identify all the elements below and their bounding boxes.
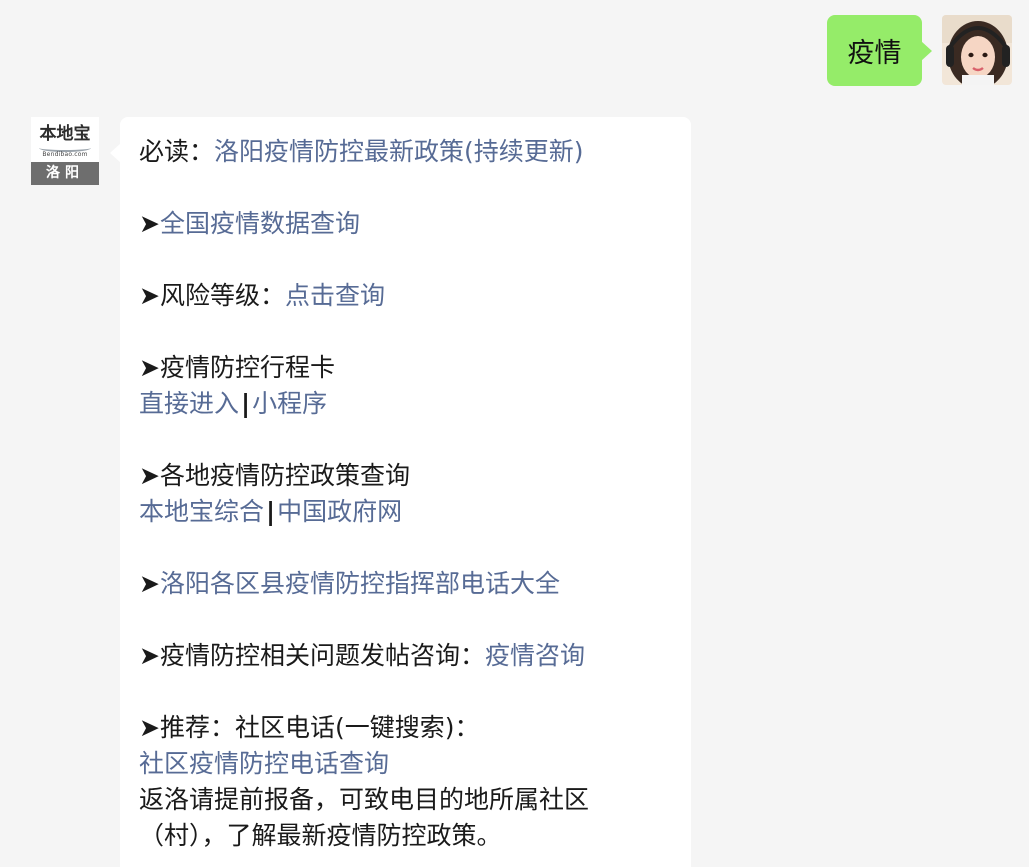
logo-main-text: 本地宝 bbox=[39, 124, 91, 144]
link-separator: | bbox=[266, 497, 276, 526]
risk-level-label: 风险等级： bbox=[159, 281, 285, 310]
policy-query-line: ➤各地疫情防控政策查询 bbox=[139, 458, 673, 494]
itinerary-miniprogram-link[interactable]: 小程序 bbox=[252, 389, 327, 418]
bendibao-logo: 本地宝 Bendibao.com bbox=[31, 117, 99, 162]
hotline-link[interactable]: 洛阳各区县疫情防控指挥部电话大全 bbox=[160, 569, 560, 598]
must-read-label: 必读： bbox=[139, 137, 215, 166]
bot-avatar[interactable]: 本地宝 Bendibao.com 洛阳 bbox=[31, 117, 99, 185]
arrow-icon: ➤ bbox=[139, 569, 160, 598]
community-phone-link[interactable]: 社区疫情防控电话查询 bbox=[139, 749, 389, 778]
arrow-icon: ➤ bbox=[139, 281, 160, 310]
policy-links-line: 本地宝综合|中国政府网 bbox=[139, 494, 673, 530]
itinerary-card-line: ➤疫情防控行程卡 bbox=[139, 350, 673, 386]
national-data-line: ➤全国疫情数据查询 bbox=[139, 206, 673, 242]
arrow-icon: ➤ bbox=[139, 641, 160, 670]
consult-line: ➤疫情防控相关问题发帖咨询：疫情咨询 bbox=[139, 638, 673, 674]
must-read-line: 必读：洛阳疫情防控最新政策(持续更新) bbox=[139, 134, 673, 170]
recommend-line: ➤推荐：社区电话(一键搜索)： bbox=[139, 710, 673, 746]
risk-level-link[interactable]: 点击查询 bbox=[285, 281, 385, 310]
consult-label: 疫情防控相关问题发帖咨询： bbox=[159, 641, 485, 670]
recommend-label: 推荐：社区电话(一键搜索)： bbox=[159, 713, 480, 742]
outgoing-message-bubble[interactable]: 疫情 bbox=[827, 15, 932, 86]
arrow-icon: ➤ bbox=[139, 713, 160, 742]
hotline-line: ➤洛阳各区县疫情防控指挥部电话大全 bbox=[139, 566, 673, 602]
risk-level-line: ➤风险等级：点击查询 bbox=[139, 278, 673, 314]
itinerary-links-line: 直接进入|小程序 bbox=[139, 386, 673, 422]
user-avatar-image bbox=[942, 15, 1012, 85]
user-avatar[interactable] bbox=[942, 15, 1012, 85]
logo-city-label: 洛阳 bbox=[31, 162, 99, 185]
arrow-icon: ➤ bbox=[139, 353, 160, 382]
policy-gov-link[interactable]: 中国政府网 bbox=[277, 497, 402, 526]
arrow-icon: ➤ bbox=[139, 209, 160, 238]
national-data-link[interactable]: 全国疫情数据查询 bbox=[160, 209, 360, 238]
outgoing-message-text: 疫情 bbox=[847, 38, 902, 69]
must-read-link[interactable]: 洛阳疫情防控最新政策(持续更新) bbox=[214, 137, 584, 166]
link-separator: | bbox=[241, 389, 251, 418]
chat-area: 疫情 本地宝 Bendibao.com 洛阳 必读：洛阳疫情防控最新政策(持续更… bbox=[0, 0, 1029, 867]
notice-text: 返洛请提前报备，可致电目的地所属社区（村），了解最新疫情防控政策。 bbox=[139, 785, 590, 850]
consult-link[interactable]: 疫情咨询 bbox=[485, 641, 585, 670]
logo-sub-text: Bendibao.com bbox=[42, 151, 88, 158]
arrow-icon: ➤ bbox=[139, 461, 160, 490]
policy-query-label: 各地疫情防控政策查询 bbox=[159, 461, 410, 490]
policy-bendibao-link[interactable]: 本地宝综合 bbox=[139, 497, 264, 526]
community-link-line: 社区疫情防控电话查询 bbox=[139, 746, 673, 782]
itinerary-card-label: 疫情防控行程卡 bbox=[159, 353, 335, 382]
incoming-message-bubble: 必读：洛阳疫情防控最新政策(持续更新) ➤全国疫情数据查询 ➤风险等级：点击查询… bbox=[110, 117, 691, 867]
itinerary-direct-link[interactable]: 直接进入 bbox=[139, 389, 239, 418]
